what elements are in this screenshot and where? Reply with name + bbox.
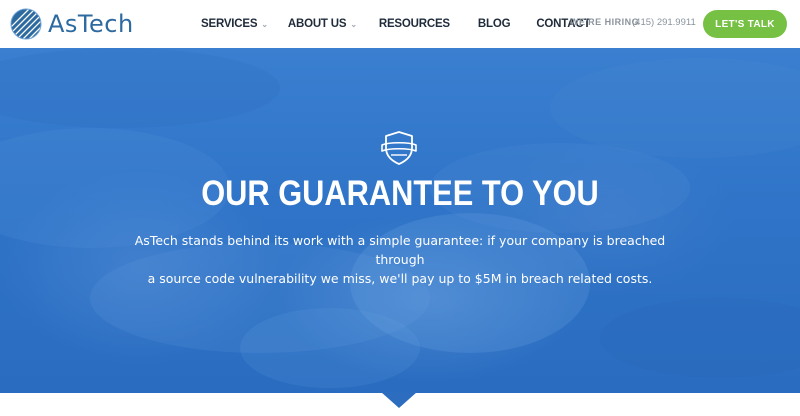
astech-logo-icon bbox=[10, 8, 42, 40]
hero-section: OUR GUARANTEE TO YOU AsTech stands behin… bbox=[0, 48, 800, 393]
nav-about-us[interactable]: ABOUT US ⌄ bbox=[288, 0, 357, 48]
phone-link[interactable]: (415) 291.9911 bbox=[632, 17, 696, 28]
section-pointer-arrow-icon bbox=[381, 392, 417, 408]
logo[interactable]: AsTech bbox=[10, 7, 134, 41]
hero-description-line-2: a source code vulnerability we miss, we'… bbox=[147, 271, 653, 286]
nav-resources-label: RESOURCES bbox=[378, 18, 450, 30]
hero-description-line-1: AsTech stands behind its work with a sim… bbox=[134, 233, 666, 267]
hero-background-image bbox=[0, 48, 800, 388]
shield-icon bbox=[381, 131, 417, 165]
nav-services-label: SERVICES bbox=[201, 18, 258, 30]
lets-talk-button[interactable]: LET'S TALK bbox=[703, 10, 787, 38]
nav-blog-label: BLOG bbox=[477, 18, 511, 30]
nav-resources[interactable]: RESOURCES bbox=[379, 0, 450, 48]
chevron-down-icon: ⌄ bbox=[350, 19, 357, 29]
nav-services[interactable]: SERVICES ⌄ bbox=[201, 0, 268, 48]
hero-title: OUR GUARANTEE TO YOU bbox=[201, 174, 599, 213]
logo-text: AsTech bbox=[48, 10, 134, 38]
hero-description: AsTech stands behind its work with a sim… bbox=[110, 231, 690, 288]
main-nav: SERVICES ⌄ ABOUT US ⌄ RESOURCES BLOG CON… bbox=[201, 0, 590, 48]
hiring-link[interactable]: WE'RE HIRING bbox=[570, 17, 639, 27]
chevron-down-icon: ⌄ bbox=[261, 19, 268, 29]
nav-blog[interactable]: BLOG bbox=[477, 0, 511, 48]
site-header: AsTech SERVICES ⌄ ABOUT US ⌄ RESOURCES B… bbox=[0, 0, 800, 48]
nav-about-label: ABOUT US bbox=[287, 18, 347, 30]
